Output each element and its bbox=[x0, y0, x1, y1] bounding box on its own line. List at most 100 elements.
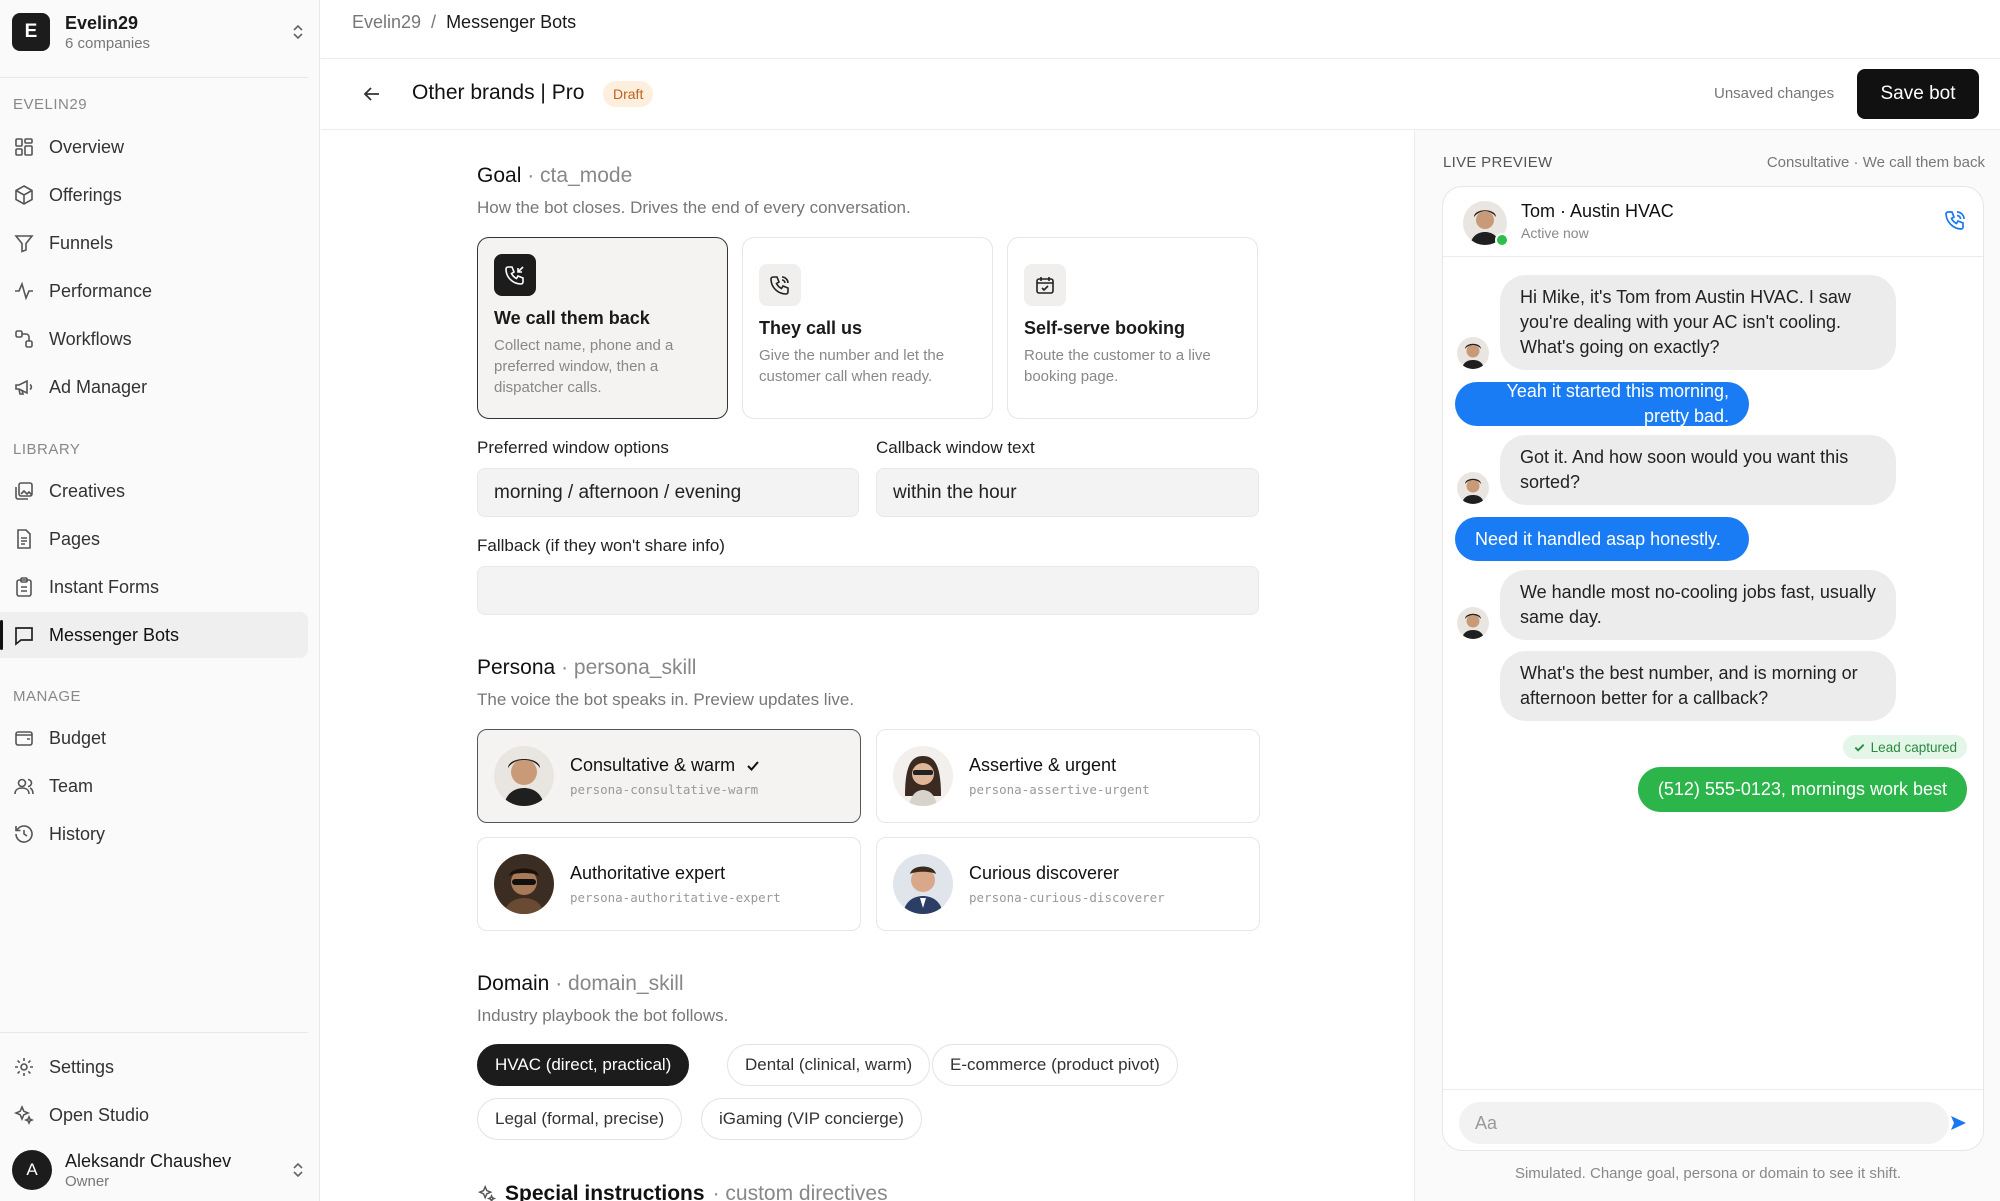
sidebar-item-ad-manager[interactable]: Ad Manager bbox=[0, 364, 308, 410]
activity-icon bbox=[15, 281, 33, 301]
window-options-field[interactable]: morning / afternoon / evening bbox=[477, 468, 859, 517]
sidebar-divider bbox=[0, 77, 308, 78]
message-bot: What's the best number, and is morning o… bbox=[1500, 651, 1896, 721]
sidebar-item-workflows[interactable]: Workflows bbox=[0, 316, 308, 362]
goal-option-title: Self-serve booking bbox=[1024, 318, 1186, 338]
send-icon[interactable] bbox=[1947, 1112, 1969, 1134]
contact-status: Active now bbox=[1521, 225, 1589, 241]
workspace-name: Evelin29 bbox=[65, 12, 139, 33]
goal-option-desc: Collect name, phone and a preferred wind… bbox=[494, 337, 674, 396]
persona-code: · persona_skill bbox=[561, 656, 697, 679]
status-badge: Draft bbox=[603, 81, 654, 107]
workspace-subtitle: 6 companies bbox=[65, 34, 151, 52]
user-switcher[interactable]: A Aleksandr Chaushev Owner bbox=[12, 1148, 306, 1192]
sidebar-item-settings[interactable]: Settings bbox=[0, 1044, 308, 1090]
domain-chip-igaming[interactable]: iGaming (VIP concierge) bbox=[701, 1098, 922, 1140]
persona-name: Curious discoverer bbox=[969, 863, 1120, 883]
callback-window-field[interactable]: within the hour bbox=[876, 468, 1259, 517]
save-bot-button[interactable]: Save bot bbox=[1857, 69, 1979, 119]
domain-chip-hvac[interactable]: HVAC (direct, practical) bbox=[477, 1044, 690, 1086]
goal-description: How the bot closes. Drives the end of ev… bbox=[477, 198, 911, 217]
chat-input[interactable]: Aa bbox=[1459, 1102, 1949, 1144]
message-bot: Hi Mike, it's Tom from Austin HVAC. I sa… bbox=[1500, 275, 1896, 370]
section-label-evelin29: EVELIN29 bbox=[13, 96, 88, 113]
megaphone-icon bbox=[15, 379, 33, 395]
fallback-field[interactable] bbox=[477, 566, 1259, 615]
goal-heading: Goal · cta_mode bbox=[477, 164, 632, 188]
chat-header: Tom · Austin HVAC Active now bbox=[1443, 187, 1983, 257]
bot-editor-form: Goal · cta_mode How the bot closes. Driv… bbox=[321, 130, 1414, 1201]
breadcrumb-separator: / bbox=[431, 12, 437, 32]
domain-chip-ecommerce[interactable]: E-commerce (product pivot) bbox=[932, 1044, 1178, 1086]
sidebar: E Evelin29 6 companies EVELIN29 Overview… bbox=[0, 0, 320, 1201]
sidebar-item-history[interactable]: History bbox=[0, 811, 308, 857]
sidebar-item-label: Performance bbox=[49, 280, 153, 301]
sparkle-icon bbox=[477, 1184, 497, 1201]
live-preview-panel: LIVE PREVIEW Consultative · We call them… bbox=[1414, 130, 2000, 1201]
domain-heading: Domain · domain_skill bbox=[477, 972, 684, 996]
preview-subtitle: Consultative · We call them back bbox=[1766, 154, 1985, 171]
persona-avatar bbox=[893, 854, 953, 914]
domain-chip-legal[interactable]: Legal (formal, precise) bbox=[477, 1098, 683, 1140]
sidebar-item-offerings[interactable]: Offerings bbox=[0, 172, 308, 218]
phone-icon[interactable] bbox=[1943, 209, 1967, 233]
sidebar-item-funnels[interactable]: Funnels bbox=[0, 220, 308, 266]
sidebar-item-creatives[interactable]: Creatives bbox=[0, 468, 308, 514]
goal-option-self-serve-booking[interactable]: Self-serve booking Route the customer to… bbox=[1007, 237, 1258, 419]
contact-name: Tom · Austin HVAC bbox=[1521, 201, 1674, 221]
composer-divider bbox=[1443, 1089, 1983, 1090]
sidebar-item-open-studio[interactable]: Open Studio bbox=[0, 1092, 308, 1138]
sidebar-item-label: Offerings bbox=[49, 184, 122, 205]
special-heading: Special instructions · custom directives bbox=[477, 1182, 888, 1201]
persona-code-id: persona-assertive-urgent bbox=[969, 782, 1150, 797]
overview-icon bbox=[15, 138, 33, 156]
goal-option-they-call-us[interactable]: They call us Give the number and let the… bbox=[742, 237, 993, 419]
sidebar-item-messenger-bots[interactable]: Messenger Bots bbox=[0, 612, 308, 658]
funnel-icon bbox=[14, 235, 34, 253]
page-title: Other brands | Pro bbox=[412, 81, 585, 104]
gear-icon bbox=[15, 1058, 33, 1076]
online-indicator bbox=[1495, 233, 1509, 247]
persona-option-curious-discoverer[interactable]: Curious discoverer persona-curious-disco… bbox=[876, 837, 1260, 931]
chevron-updown-icon bbox=[293, 1162, 303, 1178]
message-user-lead: (512) 555-0123, mornings work best bbox=[1637, 767, 1967, 812]
sidebar-item-label: History bbox=[49, 823, 106, 844]
unsaved-indicator: Unsaved changes bbox=[1714, 85, 1835, 102]
sidebar-item-label: Messenger Bots bbox=[49, 624, 180, 645]
persona-option-assertive-urgent[interactable]: Assertive & urgent persona-assertive-urg… bbox=[876, 729, 1260, 823]
persona-avatar bbox=[494, 746, 554, 806]
persona-description: The voice the bot speaks in. Preview upd… bbox=[477, 690, 855, 709]
sidebar-item-label: Creatives bbox=[49, 480, 126, 501]
phone-call-icon bbox=[759, 264, 801, 306]
back-arrow-icon[interactable] bbox=[361, 83, 383, 105]
sidebar-item-budget[interactable]: Budget bbox=[0, 715, 308, 761]
sidebar-divider bbox=[0, 1032, 308, 1033]
persona-code-id: persona-authoritative-expert bbox=[570, 890, 781, 905]
box-icon bbox=[15, 185, 33, 205]
persona-option-authoritative-expert[interactable]: Authoritative expert persona-authoritati… bbox=[477, 837, 861, 931]
domain-chip-dental[interactable]: Dental (clinical, warm) bbox=[727, 1044, 931, 1086]
persona-option-consultative-warm[interactable]: Consultative & warm persona-consultative… bbox=[477, 729, 861, 823]
bot-avatar bbox=[1457, 337, 1489, 369]
persona-code-id: persona-curious-discoverer bbox=[969, 890, 1165, 905]
image-stack-icon bbox=[15, 482, 33, 500]
lead-captured-label: Lead captured bbox=[1870, 739, 1957, 755]
sidebar-item-overview[interactable]: Overview bbox=[0, 124, 308, 170]
sidebar-item-pages[interactable]: Pages bbox=[0, 516, 308, 562]
sidebar-item-instant-forms[interactable]: Instant Forms bbox=[0, 564, 308, 610]
goal-option-call-them-back[interactable]: We call them back Collect name, phone an… bbox=[477, 237, 728, 419]
sidebar-item-team[interactable]: Team bbox=[0, 763, 308, 809]
domain-description: Industry playbook the bot follows. bbox=[477, 1006, 729, 1025]
app-root: E Evelin29 6 companies EVELIN29 Overview… bbox=[0, 0, 2000, 1201]
goal-option-title: They call us bbox=[759, 318, 863, 338]
callback-window-label: Callback window text bbox=[876, 438, 1035, 457]
chat-icon bbox=[15, 627, 33, 646]
sidebar-item-label: Workflows bbox=[49, 328, 132, 349]
title-bar: Other brands | Pro Draft Unsaved changes… bbox=[321, 59, 2000, 129]
special-title: Special instructions bbox=[505, 1182, 705, 1201]
sidebar-item-performance[interactable]: Performance bbox=[0, 268, 308, 314]
workspace-switcher[interactable]: E Evelin29 6 companies bbox=[12, 12, 306, 52]
breadcrumb-parent[interactable]: Evelin29 bbox=[352, 12, 421, 33]
fallback-label: Fallback (if they won't share info) bbox=[477, 536, 725, 555]
message-bot: We handle most no-cooling jobs fast, usu… bbox=[1500, 570, 1896, 640]
